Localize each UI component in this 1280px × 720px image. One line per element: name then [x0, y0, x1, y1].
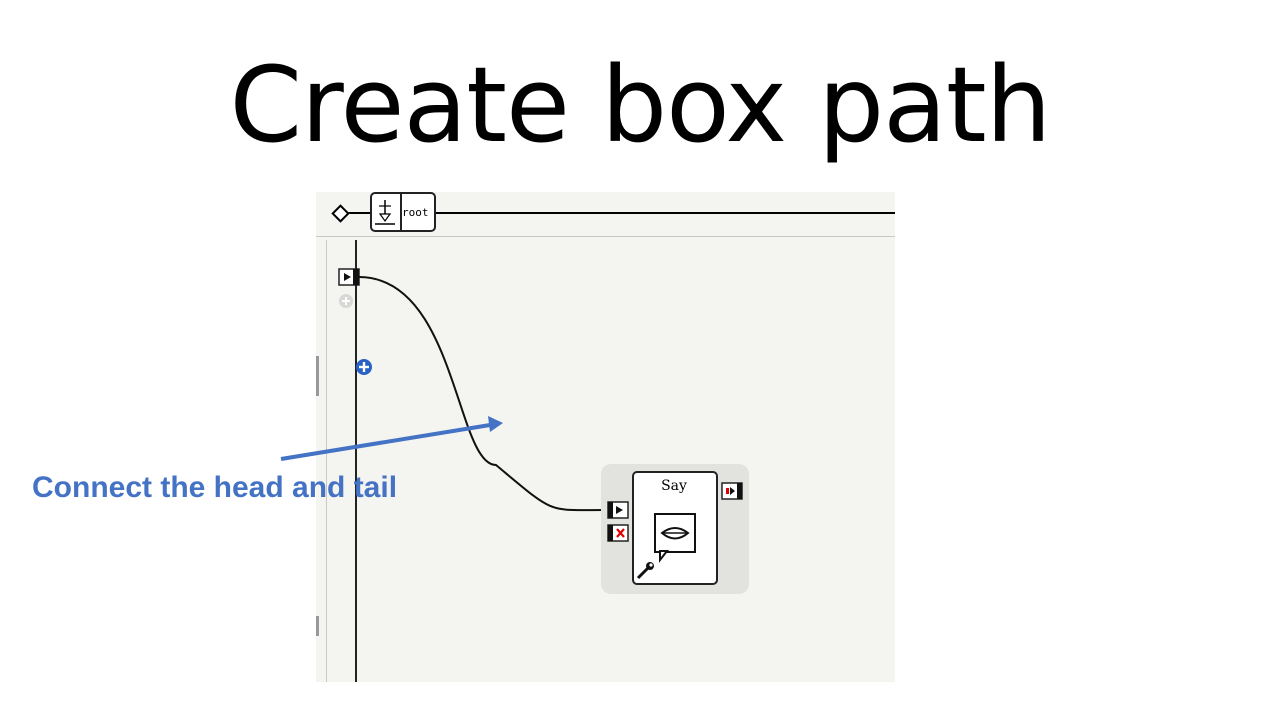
path-bar: root — [316, 192, 895, 237]
add-output-plus-icon[interactable] — [356, 359, 372, 375]
say-stop-icon[interactable] — [607, 524, 629, 542]
wire-layer — [338, 268, 749, 594]
root-box[interactable]: root — [370, 192, 436, 232]
slide-title: Create box path — [229, 44, 1051, 166]
diamond-icon[interactable] — [331, 204, 350, 223]
start-input-play-icon[interactable] — [338, 268, 360, 286]
root-behavior-icon — [372, 194, 402, 230]
flow-canvas[interactable]: Say — [316, 240, 895, 682]
say-input-play-icon[interactable] — [607, 501, 629, 519]
slide: Create box path root Say Connect the hea… — [0, 0, 1280, 720]
choregraphe-screenshot: root Say — [316, 192, 895, 682]
say-box-title: Say — [661, 478, 687, 494]
add-input-plus-icon[interactable] — [339, 294, 353, 308]
annotation-text: Connect the head and tail — [32, 471, 398, 504]
say-output-signal-icon[interactable] — [721, 482, 743, 500]
root-label: root — [402, 206, 429, 219]
